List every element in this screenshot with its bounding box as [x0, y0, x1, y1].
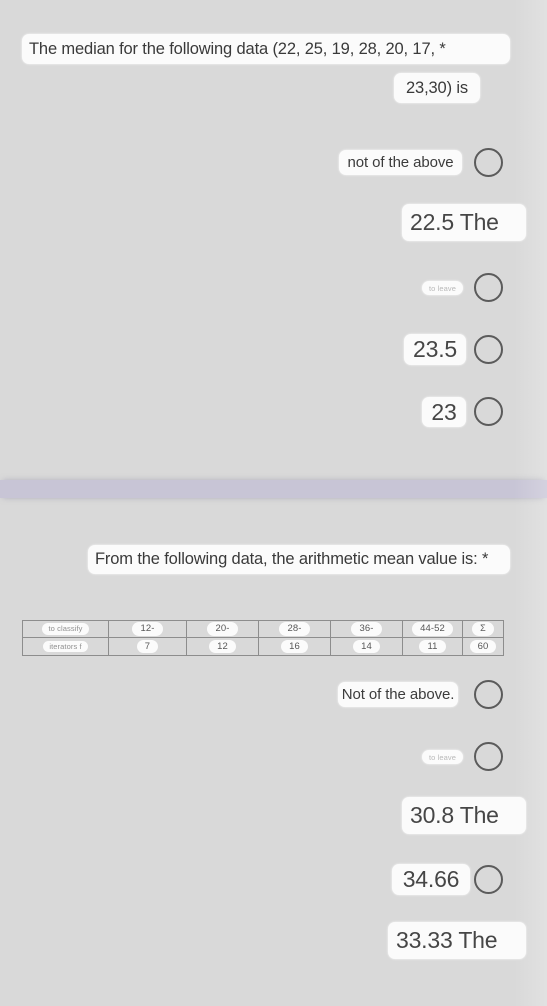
table-header-cell: 36- — [331, 621, 402, 638]
question-2-option-3-label[interactable]: 30.8 The — [402, 797, 526, 834]
table-header-4: 36- — [351, 622, 382, 636]
table-value-4: 14 — [353, 639, 380, 654]
question-2-option-1-label[interactable]: Not of the above. — [338, 682, 458, 707]
table-value-total: 60 — [469, 639, 497, 654]
right-edge-gutter — [514, 0, 547, 1006]
question-2-option-2-label[interactable]: to leave — [422, 750, 463, 764]
table-header-cell: 12- — [109, 621, 186, 638]
table-value-cell: 7 — [109, 638, 186, 655]
table-value-cell: 11 — [403, 638, 462, 655]
question-1-option-4-label[interactable]: 23.5 — [404, 334, 466, 365]
table-label-classify: to classify — [42, 623, 89, 635]
table-column-1: 12- 7 — [109, 621, 187, 655]
table-header-cell: 20- — [187, 621, 258, 638]
table-column-2: 20- 12 — [187, 621, 259, 655]
table-header-2: 20- — [207, 622, 238, 636]
table-header-sigma: Σ — [472, 622, 494, 636]
question-1-option-2-label[interactable]: 22.5 The — [402, 204, 526, 241]
table-row-label-class: to classify — [23, 621, 108, 638]
table-value-cell: 14 — [331, 638, 402, 655]
question-1-prompt-line-1: The median for the following data (22, 2… — [22, 34, 510, 64]
table-column-total: Σ 60 — [463, 621, 503, 655]
table-header-cell: 44-52 — [403, 621, 462, 638]
table-header-5: 44-52 — [412, 622, 453, 636]
table-value-2: 12 — [209, 639, 236, 654]
table-label-iterators: iterators f — [43, 640, 88, 653]
table-header-cell: Σ — [463, 621, 503, 638]
question-1-option-3-radio[interactable] — [474, 273, 503, 302]
question-1-option-4-radio[interactable] — [474, 335, 503, 364]
table-header-cell: 28- — [259, 621, 330, 638]
question-1-option-3-label[interactable]: to leave — [422, 281, 463, 295]
table-column-labels: to classify iterators f — [23, 621, 109, 655]
question-2-option-2-radio[interactable] — [474, 742, 503, 771]
table-value-5: 11 — [419, 639, 446, 654]
question-1-prompt-line-2: 23,30) is — [394, 73, 480, 103]
quiz-page: The median for the following data (22, 2… — [0, 0, 547, 1006]
table-column-4: 36- 14 — [331, 621, 403, 655]
table-header-3: 28- — [279, 622, 310, 636]
question-1-option-1-radio[interactable] — [474, 148, 503, 177]
question-2-option-5-label[interactable]: 33.33 The — [388, 922, 526, 959]
question-1-option-5-label[interactable]: 23 — [422, 397, 466, 427]
question-2-option-4-radio[interactable] — [474, 865, 503, 894]
question-1-option-5-radio[interactable] — [474, 397, 503, 426]
question-2-option-1-radio[interactable] — [474, 680, 503, 709]
table-value-cell: 60 — [463, 638, 503, 655]
table-header-1: 12- — [132, 622, 163, 636]
table-value-cell: 12 — [187, 638, 258, 655]
question-2-option-4-label[interactable]: 34.66 — [392, 864, 470, 895]
table-column-3: 28- 16 — [259, 621, 331, 655]
table-column-5: 44-52 11 — [403, 621, 463, 655]
table-row-label-frequency: iterators f — [23, 638, 108, 655]
table-value-1: 7 — [136, 639, 159, 654]
table-value-cell: 16 — [259, 638, 330, 655]
section-divider — [0, 480, 547, 498]
table-value-3: 16 — [281, 639, 308, 654]
question-1-option-1-label[interactable]: not of the above — [339, 150, 462, 175]
question-2-prompt: From the following data, the arithmetic … — [88, 545, 510, 574]
frequency-distribution-table: to classify iterators f 12- 7 20- 12 28-… — [22, 620, 504, 656]
